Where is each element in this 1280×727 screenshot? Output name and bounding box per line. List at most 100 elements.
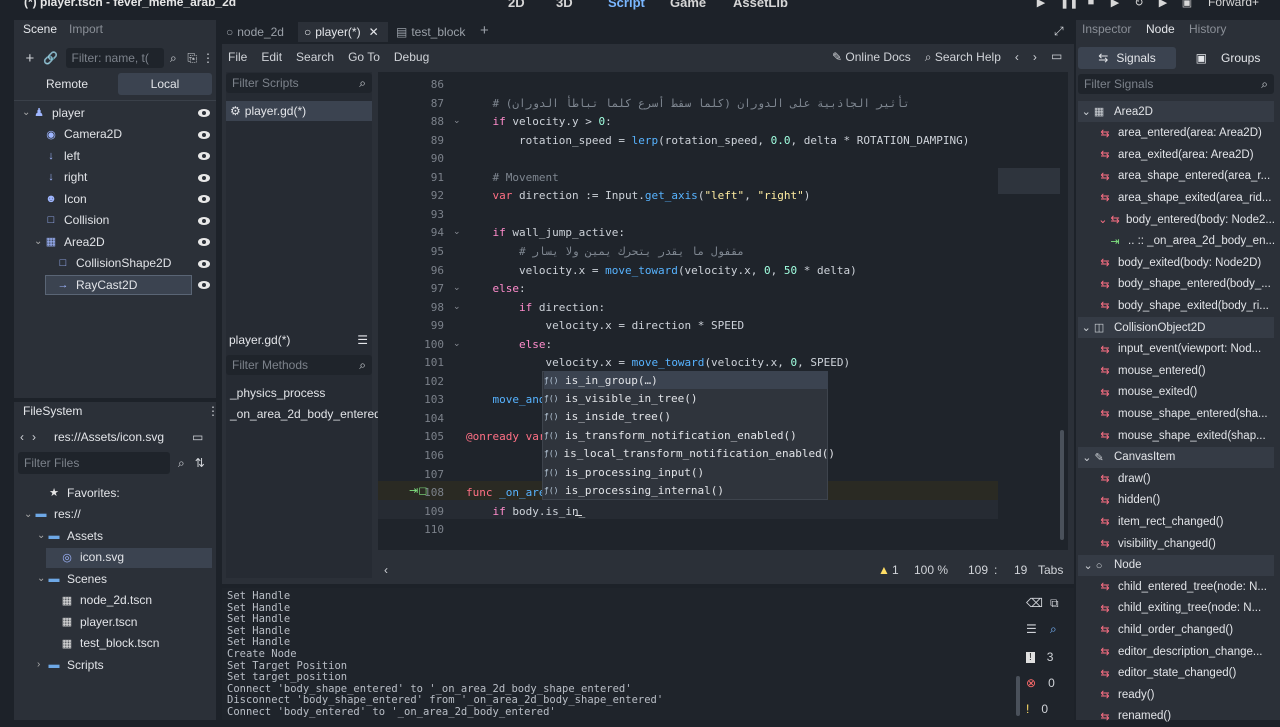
code-line[interactable]: else: <box>466 282 526 295</box>
add-node-icon[interactable]: + <box>20 50 40 67</box>
signal-item[interactable]: ⇆ visibility_changed() <box>1098 533 1276 554</box>
fold-arrow-icon[interactable]: ⌄ <box>453 338 461 349</box>
scene-node-right[interactable]: ↓ right <box>34 167 210 188</box>
fs-item[interactable]: ⌄ ▬ Assets <box>37 525 103 546</box>
workspace-game-button[interactable]: Game <box>670 0 706 10</box>
signal-item[interactable]: ⇆ editor_description_change... <box>1098 641 1276 662</box>
add-tab-icon[interactable]: + <box>480 22 489 39</box>
sort-icon[interactable]: ☰ <box>357 333 368 347</box>
fold-arrow-icon[interactable]: ⌄ <box>453 282 461 293</box>
expand-arrow-icon[interactable]: ⌄ <box>22 107 32 118</box>
filter-toggle-icon[interactable]: ☰ <box>1026 622 1037 636</box>
scene-node-player[interactable]: ⌄ ♟ player <box>22 102 210 123</box>
visibility-eye-icon[interactable] <box>198 281 210 289</box>
code-line[interactable]: if wall_jump_active: <box>466 226 625 239</box>
output-scrollbar[interactable] <box>1016 676 1020 716</box>
tab-player[interactable]: ○ player(*) ✕ <box>298 22 388 42</box>
visibility-eye-icon[interactable] <box>198 152 210 160</box>
code-line[interactable]: velocity.x = direction * SPEED <box>466 319 744 332</box>
workspace-assetlib-button[interactable]: AssetLib <box>733 0 788 10</box>
search-icon[interactable]: ⌕ <box>1050 622 1057 637</box>
forward-icon[interactable]: › <box>32 430 44 444</box>
signal-class-header[interactable]: ⌄ ○ Node <box>1078 554 1274 576</box>
warning-icon[interactable]: ▲ <box>878 563 890 577</box>
play-custom-icon[interactable]: ▶ <box>1156 0 1170 10</box>
signal-item[interactable]: ⇆ body_exited(body: Node2D) <box>1098 252 1276 273</box>
code-line[interactable]: rotation_speed = lerp(rotation_speed, 0.… <box>466 134 969 147</box>
stop-icon[interactable]: ■ <box>1084 0 1098 10</box>
signal-class-header[interactable]: ⌄ ▦ Area2D <box>1078 101 1274 122</box>
minimap[interactable] <box>998 72 1060 194</box>
autocomplete-item[interactable]: ƒ() is_in_group(…) <box>544 371 828 389</box>
expand-arrow-icon[interactable]: ⌄ <box>24 509 34 520</box>
workspace-3d-button[interactable]: 3D <box>556 0 573 10</box>
expand-arrow-icon[interactable]: ⌄ <box>37 530 47 541</box>
code-line[interactable]: else: <box>466 338 552 351</box>
fs-item[interactable]: ▦ node_2d.tscn <box>50 590 152 611</box>
signal-item[interactable]: ⇆ editor_state_changed() <box>1098 663 1276 684</box>
scene-node-left[interactable]: ↓ left <box>34 145 210 166</box>
fs-item[interactable]: ★ Favorites: <box>37 482 120 503</box>
distraction-free-icon[interactable]: ⤢ <box>1054 24 1064 39</box>
tab-node-2d[interactable]: ○ node_2d <box>226 22 296 42</box>
scene-node-raycast2d[interactable]: → RayCast2D <box>46 274 210 295</box>
signal-item[interactable]: ⇆ child_order_changed() <box>1098 619 1276 640</box>
signal-item[interactable]: ⇆ child_exiting_tree(node: N... <box>1098 598 1276 619</box>
sort-icon[interactable]: ⇅ <box>195 456 205 470</box>
code-line[interactable]: velocity.x = move_toward(velocity.x, 0, … <box>466 264 857 277</box>
renderer-select[interactable]: Forward+ <box>1208 0 1259 9</box>
code-line[interactable]: func _on_are <box>466 486 545 499</box>
autocomplete-item[interactable]: ƒ() is_inside_tree() <box>544 408 828 426</box>
visibility-eye-icon[interactable] <box>198 109 210 117</box>
groups-tab[interactable]: ▣ Groups <box>1180 47 1276 69</box>
fold-arrow-icon[interactable]: ⌄ <box>453 301 461 312</box>
workspace-script-button[interactable]: Script <box>608 0 645 10</box>
autocomplete-item[interactable]: ƒ() is_processing_input() <box>544 463 828 481</box>
signal-item[interactable]: ⇆ area_entered(area: Area2D) <box>1098 123 1276 144</box>
code-line[interactable]: # مقفول ما يقدر يتحرك يمين ولا يسار <box>466 245 744 258</box>
method-item[interactable]: _on_area_2d_body_entered <box>230 407 381 421</box>
signal-item[interactable]: ⇆ area_shape_exited(area_rid... <box>1098 187 1276 208</box>
visibility-eye-icon[interactable] <box>198 216 210 225</box>
visibility-eye-icon[interactable] <box>198 238 210 246</box>
tab-history[interactable]: History <box>1189 22 1226 36</box>
tab-scene[interactable]: Scene <box>23 22 57 36</box>
signal-item[interactable]: ⇆ body_shape_exited(body_ri... <box>1098 295 1276 316</box>
script-icon[interactable]: ⎘ <box>182 51 202 66</box>
next-script-icon[interactable]: › <box>1033 50 1037 64</box>
filter-signals-input[interactable]: Filter Signals ⌕ <box>1078 74 1274 94</box>
menu-goto[interactable]: Go To <box>348 50 380 64</box>
expand-arrow-icon[interactable]: ⌄ <box>34 236 44 247</box>
menu-search[interactable]: Search <box>296 50 334 64</box>
code-line[interactable]: if direction: <box>466 301 605 314</box>
autocomplete-item[interactable]: ƒ() is_visible_in_tree() <box>544 389 828 407</box>
kebab-menu-icon[interactable]: ⋮ <box>202 51 214 65</box>
signal-item[interactable]: ⇆ body_shape_entered(body_... <box>1098 274 1276 295</box>
signal-item[interactable]: ⌄ ⇆ body_entered(body: Node2... <box>1098 209 1276 230</box>
pause-icon[interactable]: ❚❚ <box>1060 0 1078 10</box>
tab-import[interactable]: Import <box>69 22 103 36</box>
toggle-scripts-icon[interactable]: ‹ <box>384 563 388 577</box>
prev-script-icon[interactable]: ‹ <box>1015 50 1019 64</box>
visibility-eye-icon[interactable] <box>198 173 210 182</box>
workspace-2d-button[interactable]: 2D <box>508 0 525 10</box>
scene-node-icon[interactable]: ☻ Icon <box>34 188 210 209</box>
signal-class-header[interactable]: ⌄ ✎ CanvasItem <box>1078 446 1274 468</box>
copy-output-icon[interactable]: ⧉ <box>1050 596 1059 611</box>
autocomplete-item[interactable]: ƒ() is_local_transform_notification_enabl… <box>544 445 835 463</box>
signal-item[interactable]: ⇆ renamed() <box>1098 706 1276 727</box>
fs-item[interactable]: ▦ test_block.tscn <box>50 633 160 654</box>
menu-edit[interactable]: Edit <box>261 50 282 64</box>
visibility-eye-icon[interactable] <box>198 259 210 268</box>
expand-arrow-icon[interactable]: ⌄ <box>37 573 47 584</box>
code-line[interactable]: move_and <box>466 393 546 406</box>
visibility-eye-icon[interactable] <box>198 130 210 139</box>
local-button[interactable]: Local <box>118 73 212 95</box>
signal-item[interactable]: ⇆ mouse_entered() <box>1098 360 1276 381</box>
fold-arrow-icon[interactable]: ⌄ <box>453 226 461 237</box>
signal-item[interactable]: ⇆ hidden() <box>1098 490 1276 511</box>
close-icon[interactable]: ✕ <box>369 25 379 39</box>
filesystem-path[interactable]: res://Assets/icon.svg <box>54 430 184 444</box>
signal-item[interactable]: ⇆ area_shape_entered(area_r... <box>1098 166 1276 187</box>
scene-filter-input[interactable]: Filter: name, t( <box>65 48 165 68</box>
